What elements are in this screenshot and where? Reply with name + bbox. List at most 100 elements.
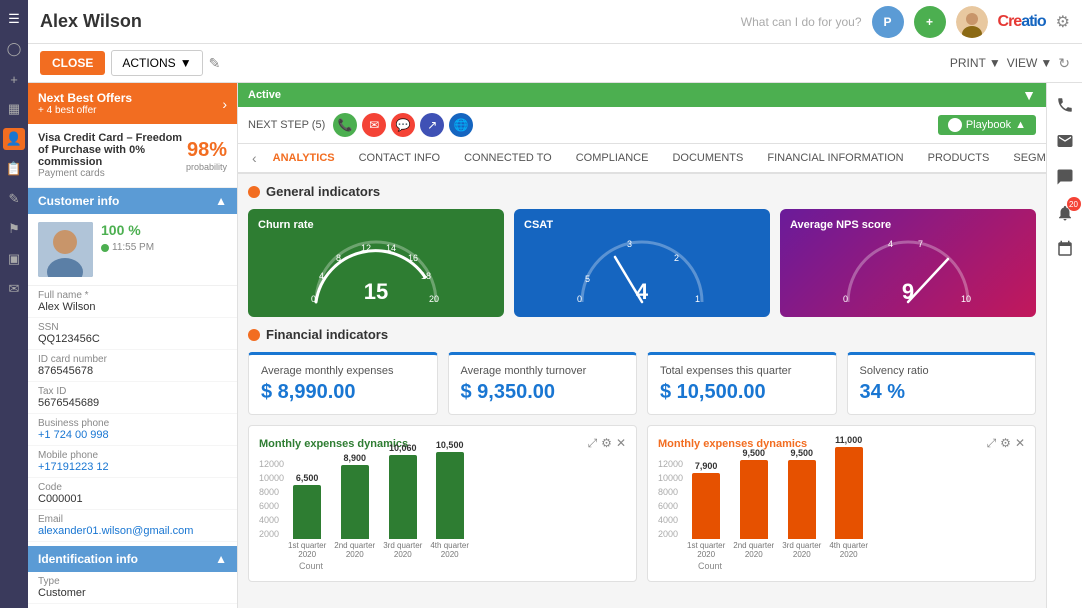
refresh-icon[interactable]: ↻ <box>1058 55 1070 72</box>
print-button[interactable]: PRINT ▼ <box>950 56 1001 70</box>
svg-text:7: 7 <box>918 239 923 249</box>
tab-compliance[interactable]: COMPLIANCE <box>564 144 661 174</box>
bar-1 <box>293 485 321 539</box>
orange-bar-group-3: 9,500 3rd quarter2020 <box>782 448 821 559</box>
customer-photo-row: 100 % 11:55 PM <box>28 214 237 286</box>
orange-chart-close-icon[interactable]: ✕ <box>1015 436 1025 451</box>
financial-row: Average monthly expenses $ 8,990.00 Aver… <box>248 352 1036 415</box>
view-button[interactable]: VIEW ▼ <box>1007 56 1053 70</box>
sidebar-mail-icon[interactable]: ✉ <box>3 278 25 300</box>
financial-indicators-title: Financial indicators <box>266 327 388 342</box>
tab-analytics[interactable]: ANALYTICS <box>261 144 347 174</box>
chart-expand-icon[interactable]: ⤢ <box>588 436 598 451</box>
general-indicators-header: General indicators <box>248 184 1036 199</box>
sidebar-flag-icon[interactable]: ⚑ <box>3 218 25 240</box>
code-field: Code C000001 <box>28 478 237 510</box>
sidebar-menu-icon[interactable]: ☰ <box>3 8 25 30</box>
tab-connected-to[interactable]: CONNECTED TO <box>452 144 564 174</box>
side-phone-icon[interactable] <box>1051 91 1079 119</box>
sidebar-grid-icon[interactable]: ▦ <box>3 98 25 120</box>
sidebar-box-icon[interactable]: ▣ <box>3 248 25 270</box>
green-chart-bars: 6,500 1st quarter2020 8,900 2nd quarter2… <box>288 459 626 559</box>
step-icon-email[interactable]: ✉ <box>362 113 386 137</box>
tab-financial-info[interactable]: FINANCIAL INFORMATION <box>755 144 915 174</box>
sidebar-left: ☰ ◯ + ▦ 👤 📋 ✎ ⚑ ▣ ✉ <box>0 0 28 608</box>
sidebar-edit-icon[interactable]: ✎ <box>3 188 25 210</box>
bar-group-2: 8,900 2nd quarter2020 <box>334 453 375 559</box>
svg-text:20: 20 <box>429 294 439 304</box>
close-button[interactable]: CLOSE <box>40 51 105 75</box>
solvency-ratio-card: Solvency ratio 34 % <box>847 352 1037 415</box>
svg-text:4: 4 <box>636 279 649 304</box>
bar-group-4: 10,500 4th quarter2020 <box>430 440 469 559</box>
user-avatar-photo[interactable] <box>956 6 988 38</box>
step-icons: 📞 ✉ 💬 ↗ 🌐 <box>333 113 473 137</box>
offer-card[interactable]: Visa Credit Card – Freedom of Purchase w… <box>28 124 237 188</box>
side-calendar-icon[interactable] <box>1051 235 1079 263</box>
svg-text:3: 3 <box>627 239 632 249</box>
step-icon-globe[interactable]: 🌐 <box>449 113 473 137</box>
tab-prev-icon[interactable]: ‹ <box>248 150 261 166</box>
customer-info-header: Customer info ▲ <box>28 188 237 214</box>
orange-bar-2 <box>740 460 768 539</box>
step-icon-chat[interactable]: 💬 <box>391 113 415 137</box>
avg-monthly-turnover-label: Average monthly turnover <box>461 365 625 377</box>
next-step-label: NEXT STEP (5) <box>248 119 325 131</box>
side-email-icon[interactable] <box>1051 127 1079 155</box>
svg-text:10: 10 <box>961 294 971 304</box>
step-icon-arrow[interactable]: ↗ <box>420 113 444 137</box>
actions-button[interactable]: ACTIONS ▼ <box>111 50 202 76</box>
full-name-field: Full name * Alex Wilson <box>28 286 237 318</box>
nbo-title: Next Best Offers <box>38 91 132 105</box>
content-area: General indicators Churn rate 0 4 <box>238 174 1046 608</box>
sidebar-user-icon[interactable]: 👤 <box>3 128 25 150</box>
financial-indicators-header: Financial indicators <box>248 327 1036 342</box>
top-bar-left: Alex Wilson <box>40 11 142 32</box>
identification-info-title: Identification info <box>38 552 138 566</box>
online-dot <box>101 244 109 252</box>
orange-chart-settings-icon[interactable]: ⚙ <box>1000 436 1011 451</box>
left-panel: Next Best Offers + 4 best offer › Visa C… <box>28 83 238 608</box>
svg-text:2: 2 <box>674 253 679 263</box>
orange-chart-count-label: Count <box>698 561 1025 571</box>
tab-products[interactable]: PRODUCTS <box>916 144 1002 174</box>
green-chart-card: Monthly expenses dynamics ⤢ ⚙ ✕ 12000 <box>248 425 637 582</box>
tab-documents[interactable]: DOCUMENTS <box>660 144 755 174</box>
total-expenses-label: Total expenses this quarter <box>660 365 824 377</box>
sidebar-home-icon[interactable]: ◯ <box>3 38 25 60</box>
user-avatar-blue[interactable]: P <box>872 6 904 38</box>
solvency-ratio-value: 34 % <box>860 381 1024 404</box>
nbo-chevron-icon: › <box>222 96 227 112</box>
svg-text:4: 4 <box>888 239 893 249</box>
step-icon-phone[interactable]: 📞 <box>333 113 357 137</box>
csat-card: CSAT 0 3 2 1 5 4 <box>514 209 770 317</box>
bell-badge: 20 <box>1067 197 1081 211</box>
status-time: 11:55 PM <box>101 242 154 253</box>
solvency-ratio-label: Solvency ratio <box>860 365 1024 377</box>
playbook-button[interactable]: Playbook ▲ <box>938 115 1036 135</box>
sidebar-tasks-icon[interactable]: 📋 <box>3 158 25 180</box>
svg-text:15: 15 <box>364 279 388 304</box>
gear-icon[interactable]: ⚙ <box>1056 12 1070 32</box>
offer-sub: Payment cards <box>38 168 186 179</box>
chart-settings-icon[interactable]: ⚙ <box>601 436 612 451</box>
chart-close-icon[interactable]: ✕ <box>616 436 626 451</box>
bar-group-3: 10,060 3rd quarter2020 <box>383 443 422 559</box>
sidebar-add-icon[interactable]: + <box>3 68 25 90</box>
pencil-icon[interactable]: ✎ <box>209 55 221 72</box>
tab-contact-info[interactable]: CONTACT INFO <box>347 144 452 174</box>
bar-2 <box>341 465 369 539</box>
customer-info-collapse-icon[interactable]: ▲ <box>215 194 227 208</box>
side-bell-icon[interactable]: 20 <box>1051 199 1079 227</box>
orange-chart-expand-icon[interactable]: ⤢ <box>987 436 997 451</box>
user-avatar-green[interactable]: + <box>914 6 946 38</box>
next-best-offer[interactable]: Next Best Offers + 4 best offer › <box>28 83 237 124</box>
type-field: Type Customer <box>28 572 237 604</box>
active-chevron-icon[interactable]: ▼ <box>1022 87 1036 103</box>
side-chat-icon[interactable] <box>1051 163 1079 191</box>
general-indicators-title: General indicators <box>266 184 380 199</box>
churn-rate-title: Churn rate <box>258 219 494 231</box>
avg-monthly-expenses-label: Average monthly expenses <box>261 365 425 377</box>
identification-collapse-icon[interactable]: ▲ <box>215 552 227 566</box>
tab-segmentation[interactable]: SEGMENTATION <box>1001 144 1046 174</box>
